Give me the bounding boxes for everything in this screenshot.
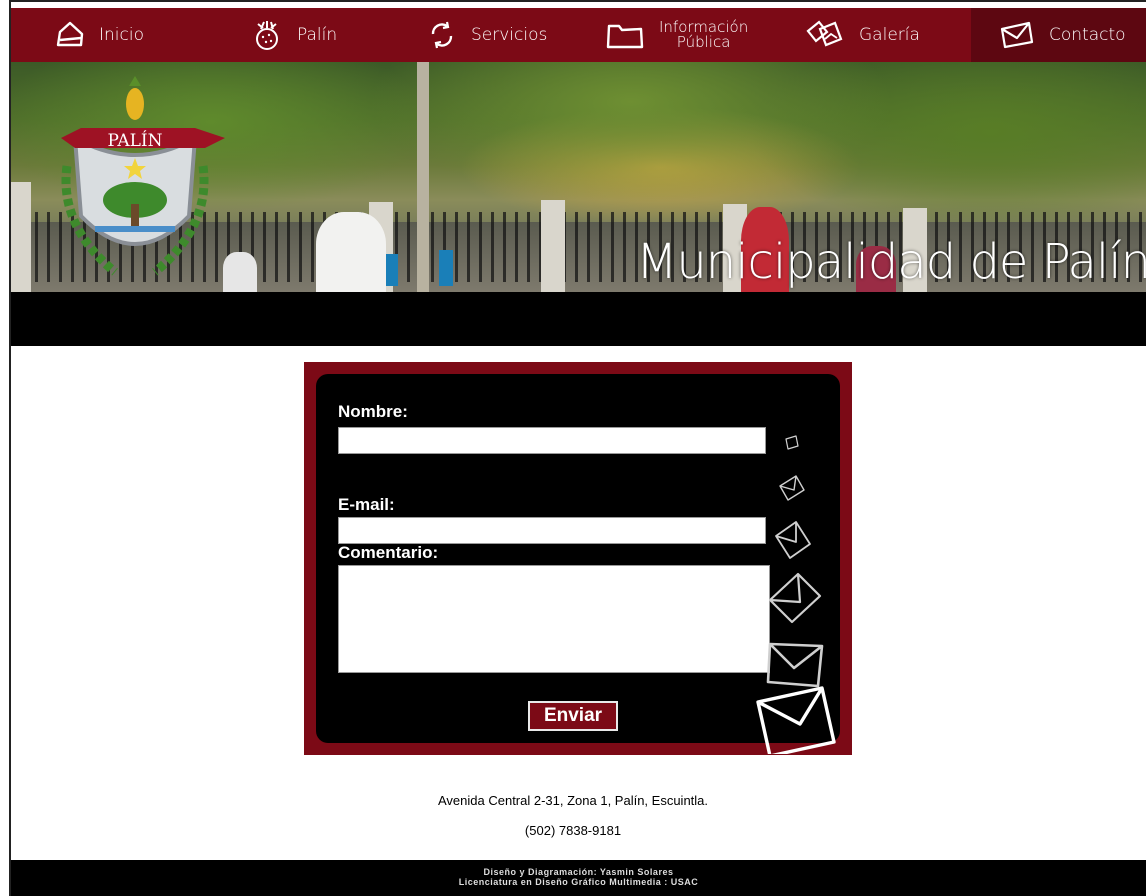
nav-label: Contacto <box>1049 25 1126 45</box>
nav-item-galeria[interactable]: Galería <box>805 8 920 62</box>
banner-pillar <box>541 200 565 292</box>
shield-banner-text: PALÍN <box>107 130 162 151</box>
pineapple-icon <box>256 21 278 50</box>
comment-label: Comentario: <box>338 543 439 562</box>
nav-label: Inicio <box>99 25 144 45</box>
nav-label: Palín <box>297 25 338 45</box>
banner-pole <box>417 62 429 292</box>
main-nav: Inicio Palín Servicios Información Públic… <box>11 8 1146 62</box>
nav-item-informacion-publica[interactable]: Información Pública <box>605 8 748 62</box>
banner-pillar <box>11 182 31 292</box>
footer-credit-program: Licenciatura en Diseño Gráfico Multimedi… <box>458 877 699 887</box>
folder-icon <box>606 24 644 49</box>
nav-label-line2: Pública <box>676 33 731 51</box>
comment-field[interactable] <box>338 565 770 673</box>
nav-label-two-line: Información Pública <box>659 20 748 50</box>
footer-credit-design: Diseño y Diagramación: Yasmin Solares <box>483 867 674 877</box>
nav-item-servicios[interactable]: Servicios <box>427 8 547 62</box>
contact-phone: (502) 7838-9181 <box>524 823 622 838</box>
email-label: E-mail: <box>338 495 395 514</box>
nav-item-contacto[interactable]: Contacto <box>971 8 1146 62</box>
footer: Diseño y Diagramación: Yasmin Solares Li… <box>11 860 1146 896</box>
envelope-icon <box>1000 21 1034 49</box>
contact-form: Nombre: E-mail: Comentario: Enviar <box>316 374 840 754</box>
contact-address: Avenida Central 2-31, Zona 1, Palín, Esc… <box>437 793 709 808</box>
name-label: Nombre: <box>338 402 408 421</box>
contact-form-container: Nombre: E-mail: Comentario: Enviar <box>304 362 852 755</box>
refresh-icon <box>431 21 453 49</box>
nav-label: Galería <box>859 25 920 45</box>
submit-button[interactable]: Enviar <box>528 701 618 731</box>
banner-person <box>316 212 386 292</box>
envelope-decoration-icon <box>756 435 836 754</box>
nav-item-palin[interactable]: Palín <box>251 8 337 62</box>
name-field[interactable] <box>338 427 766 454</box>
house-icon <box>56 21 84 47</box>
palin-coat-of-arms: PALÍN <box>61 76 225 276</box>
banner-black-bar <box>11 292 1146 346</box>
header-banner: PALÍN Municipalidad de Palín <box>11 62 1146 292</box>
banner-trash-bin <box>386 254 398 286</box>
banner-title: Municipalidad de Palín <box>635 234 1146 290</box>
nav-label: Servicios <box>471 25 548 45</box>
email-field[interactable] <box>338 517 766 544</box>
banner-trash-bin <box>439 250 453 286</box>
photos-icon <box>806 20 843 47</box>
nav-item-inicio[interactable]: Inicio <box>55 8 144 62</box>
